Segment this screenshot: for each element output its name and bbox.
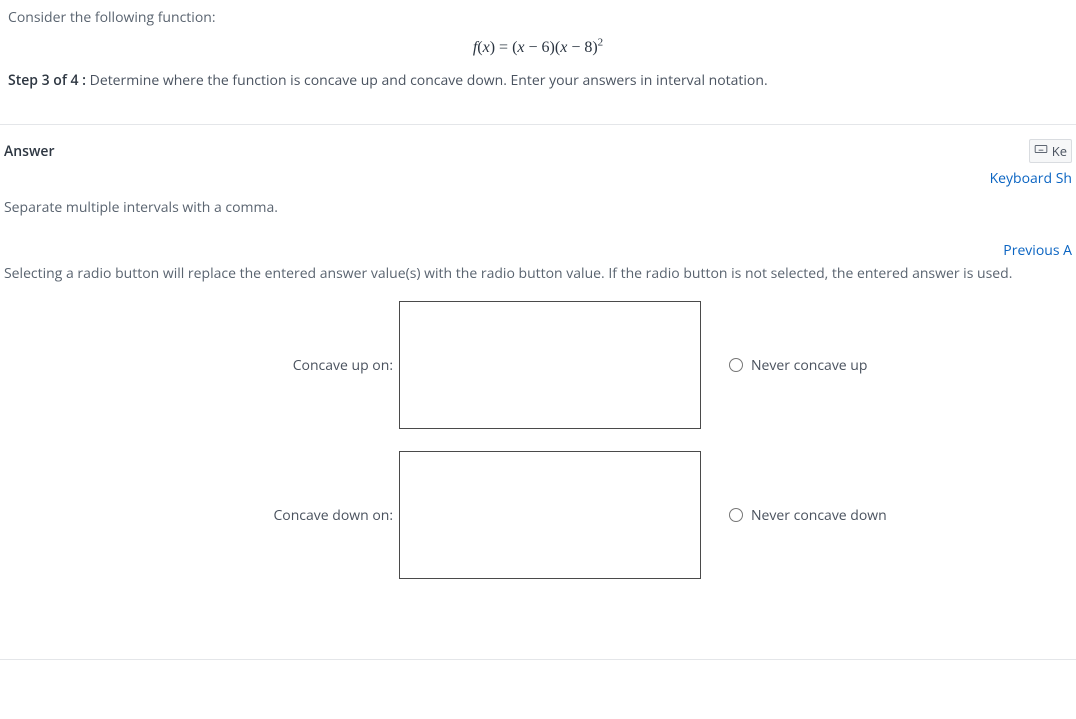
step-text: Determine where the function is concave … — [86, 71, 768, 90]
separate-note: Separate multiple intervals with a comma… — [4, 198, 1072, 217]
formula-block: f(x) = (x − 6)(x − 8)2 — [8, 37, 1068, 57]
formula-p2-op: − — [567, 39, 584, 56]
never-concave-up-label: Never concave up — [751, 356, 867, 375]
concave-up-input[interactable] — [399, 301, 701, 429]
previous-answer-link[interactable]: Previous A — [4, 241, 1072, 260]
never-concave-down-label: Never concave down — [751, 506, 887, 525]
concave-down-label: Concave down on: — [4, 506, 399, 525]
formula-eq: = — [495, 39, 512, 56]
question-intro: Consider the following function: — [8, 8, 1068, 27]
never-concave-up-option[interactable]: Never concave up — [701, 356, 867, 375]
concave-up-label: Concave up on: — [4, 356, 399, 375]
never-concave-up-radio[interactable] — [729, 358, 743, 372]
step-prefix: Step 3 of 4 : — [8, 71, 86, 90]
never-concave-down-option[interactable]: Never concave down — [701, 506, 887, 525]
never-concave-down-radio[interactable] — [729, 508, 743, 522]
concave-down-input[interactable] — [399, 451, 701, 579]
answer-heading: Answer — [4, 142, 55, 161]
keypad-label: Ke — [1052, 142, 1067, 160]
concave-down-row: Concave down on: Never concave down — [4, 451, 1072, 579]
formula-p1-num: 6 — [542, 39, 550, 56]
radio-hint: Selecting a radio button will replace th… — [4, 264, 1072, 283]
formula-p1-var: x — [517, 39, 524, 56]
formula-p1-op: − — [525, 39, 542, 56]
bottom-border — [0, 659, 1076, 660]
keyboard-shortcuts-link[interactable]: Keyboard Sh — [4, 169, 1072, 188]
formula-var1: x — [483, 39, 490, 56]
keyboard-icon — [1034, 142, 1048, 160]
step-line: Step 3 of 4 : Determine where the functi… — [8, 71, 1068, 90]
keypad-button[interactable]: Ke — [1029, 139, 1072, 163]
concave-up-row: Concave up on: Never concave up — [4, 301, 1072, 429]
formula-exp: 2 — [598, 37, 604, 49]
formula: f(x) = (x − 6)(x − 8)2 — [473, 39, 603, 56]
